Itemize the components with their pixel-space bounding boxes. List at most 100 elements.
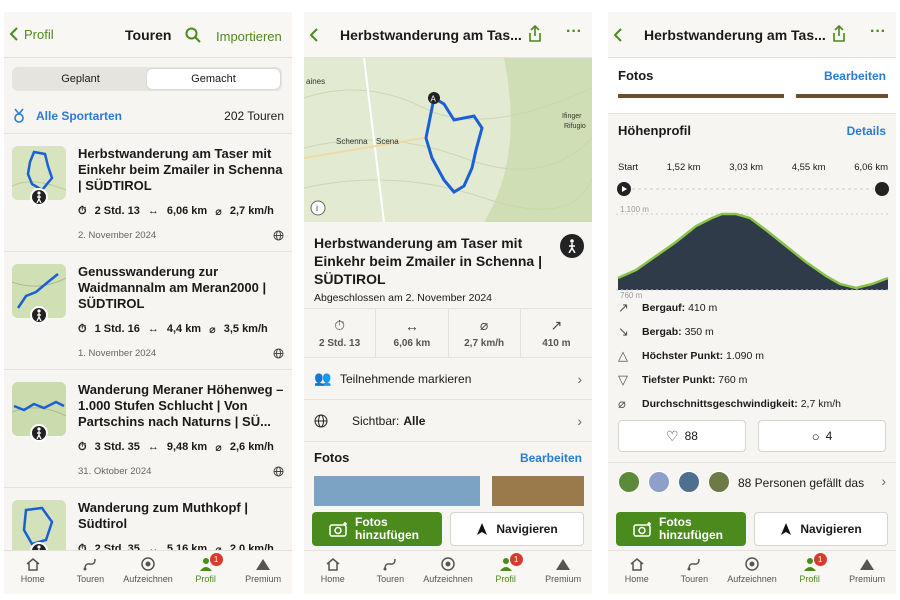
back-button[interactable]: Profil — [8, 26, 54, 42]
more-icon[interactable]: ··· — [870, 23, 886, 41]
navigate-button[interactable]: Navigieren — [754, 512, 888, 546]
photos-heading: Fotos — [314, 450, 350, 465]
tab-home[interactable]: Home — [304, 551, 362, 594]
tab-record[interactable]: Aufzeichnen — [723, 551, 781, 594]
stat-value: 410 m — [542, 338, 571, 349]
list-item[interactable]: Herbstwanderung am Taser mit Einkehr bei… — [4, 133, 292, 251]
visibility-row[interactable]: Sichtbar: Alle › — [304, 400, 592, 442]
chevron-left-icon[interactable] — [308, 27, 320, 43]
tab-home[interactable]: Home — [4, 551, 62, 594]
add-photos-button[interactable]: Fotos hinzufügen — [616, 512, 746, 546]
elevation-chart[interactable]: 1.100 m 760 m — [616, 180, 890, 300]
button-label: Navigieren — [800, 522, 862, 536]
duration-icon: ⏱ — [78, 205, 87, 217]
stat-row-lowest: ▽ Tiefster Punkt: 760 m — [618, 372, 888, 388]
globe-icon — [314, 414, 328, 427]
stat-value: 2,7 km/h — [800, 398, 841, 410]
photo-thumbnail[interactable] — [492, 476, 584, 506]
share-icon[interactable] — [832, 25, 846, 43]
comment-button[interactable]: ○ 4 — [758, 420, 886, 452]
tab-tours[interactable]: Touren — [362, 551, 420, 594]
tab-premium[interactable]: Premium — [234, 551, 292, 594]
map-label: Ifinger — [562, 113, 582, 120]
tab-profile[interactable]: Profil 1 — [177, 551, 235, 594]
avatar — [648, 471, 670, 493]
tour-map[interactable]: A Schenna Scena aines Ifinger Rifugio i — [304, 58, 592, 222]
home-icon — [26, 558, 40, 571]
tour-detail-profile-screen: Herbstwanderung am Tas... ··· Fotos Bear… — [608, 12, 896, 594]
stat-label: Tiefster Punkt: — [642, 374, 716, 386]
navigation-arrow-icon — [477, 523, 488, 535]
duration: 2 Std. 13 — [94, 205, 140, 217]
tours-list-screen: Profil Touren Importieren Geplant Gemach… — [4, 12, 292, 594]
tab-premium[interactable]: Premium — [534, 551, 592, 594]
details-link[interactable]: Details — [847, 124, 886, 138]
ascent-icon: ↗ — [618, 300, 629, 315]
distance-label: 3,03 km — [729, 162, 764, 173]
tour-title: Wanderung zum Muthkopf | Südtirol — [78, 500, 248, 531]
share-icon[interactable] — [528, 25, 542, 43]
stat-value: 6,06 km — [393, 337, 431, 349]
speed-icon: ⌀ — [479, 317, 489, 333]
record-icon — [745, 557, 759, 571]
more-icon[interactable]: ··· — [566, 23, 582, 41]
navigate-button[interactable]: Navigieren — [450, 512, 584, 546]
chevron-right-icon: › — [577, 412, 582, 429]
tour-stats: ⏱ 1 Std. 16 ↔ 4,4 km ⌀ 3,5 km/h — [78, 323, 268, 336]
like-button[interactable]: ♡ 88 — [618, 420, 746, 452]
tag-participants-row[interactable]: 👥 Teilnehmende markieren › — [304, 358, 592, 400]
photo-thumbnail[interactable] — [314, 476, 480, 506]
stopwatch-icon: ⏱ — [334, 317, 346, 333]
tab-record[interactable]: Aufzeichnen — [119, 551, 177, 594]
tab-profile[interactable]: Profil 1 — [781, 551, 839, 594]
list-item[interactable]: Wanderung Meraner Höhenweg – 1.000 Stufe… — [4, 369, 292, 487]
search-icon[interactable] — [185, 27, 201, 43]
like-count: 88 — [684, 429, 698, 443]
edit-photos-link[interactable]: Bearbeiten — [520, 451, 582, 465]
max-elevation-label: 1.100 m — [620, 205, 649, 214]
min-elevation-label: 760 m — [620, 291, 643, 300]
finish-flag-icon — [875, 182, 889, 196]
tab-premium[interactable]: Premium — [838, 551, 896, 594]
stat-value: 760 m — [718, 374, 748, 386]
distance-icon: ↔ — [147, 323, 159, 335]
tab-label: Aufzeichnen — [123, 574, 173, 584]
tab-label: Profil — [195, 574, 216, 584]
list-item[interactable]: Genusswanderung zur Waidmannalm am Meran… — [4, 251, 292, 369]
chevron-left-icon[interactable] — [612, 27, 624, 43]
likes-text: 88 Personen gefällt das — [738, 476, 865, 490]
duration-icon: ⏱ — [78, 323, 87, 335]
tab-record[interactable]: Aufzeichnen — [419, 551, 477, 594]
camera-plus-icon — [633, 522, 651, 537]
tab-profile[interactable]: Profil 1 — [477, 551, 535, 594]
duration: 1 Std. 16 — [94, 323, 140, 335]
home-icon — [630, 558, 644, 571]
highest-point-icon: △ — [618, 348, 628, 363]
back-label: Profil — [24, 26, 54, 42]
tab-tours[interactable]: Touren — [62, 551, 120, 594]
stat-row-highest: △ Höchster Punkt: 1.090 m — [618, 348, 888, 364]
likes-row[interactable]: 88 Personen gefällt das › — [608, 462, 896, 500]
globe-icon — [273, 466, 284, 477]
svg-text:i: i — [316, 203, 318, 213]
stat-row-descent: ↘ Bergab: 350 m — [618, 324, 888, 340]
hiking-icon — [30, 188, 48, 206]
tour-date: 1. November 2024 — [78, 348, 157, 359]
tour-title: Herbstwanderung am Taser mit Einkehr bei… — [314, 235, 542, 287]
import-button[interactable]: Importieren — [216, 29, 282, 44]
distance: 9,48 km — [166, 441, 208, 453]
tab-home[interactable]: Home — [608, 551, 666, 594]
top-bar: Profil Touren Importieren — [4, 12, 292, 58]
people-icon: 👥 — [314, 370, 332, 386]
add-photos-button[interactable]: Fotos hinzufügen — [312, 512, 442, 546]
stat-row-avg-speed: ⌀ Durchschnittsgeschwindigkeit: 2,7 km/h — [618, 396, 888, 412]
segment-planned[interactable]: Geplant — [14, 69, 147, 89]
mountain-icon — [556, 559, 571, 570]
segment-done[interactable]: Gemacht — [147, 69, 280, 89]
record-icon — [141, 557, 155, 571]
duration-icon: ⏱ — [78, 441, 87, 453]
distance-labels: Start 1,52 km 3,03 km 4,55 km 6,06 km — [618, 162, 888, 173]
edit-photos-link[interactable]: Bearbeiten — [824, 69, 886, 83]
sport-filter[interactable]: Alle Sportarten 202 Touren — [12, 108, 284, 124]
tab-tours[interactable]: Touren — [666, 551, 724, 594]
